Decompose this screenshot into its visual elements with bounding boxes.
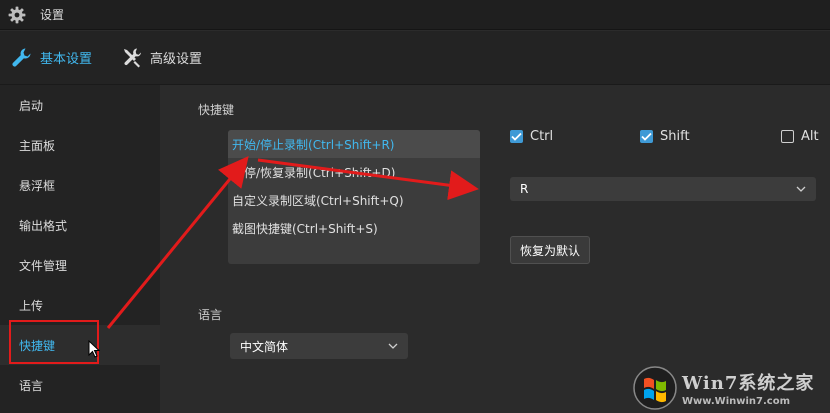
hotkeys-section-label: 快捷键: [198, 103, 235, 117]
hotkey-item-custom-region[interactable]: 自定义录制区域(Ctrl+Shift+Q): [228, 186, 480, 214]
tools-icon: [120, 46, 144, 70]
hotkey-item-start-stop[interactable]: 开始/停止录制(Ctrl+Shift+R): [228, 130, 480, 158]
checkbox-checked-icon: [510, 130, 523, 143]
language-select[interactable]: 中文简体: [230, 333, 408, 359]
watermark-url: Www.Winwin7.com: [682, 395, 791, 407]
tab-label: 基本设置: [40, 52, 93, 67]
sidebar: 启动 主面板 悬浮框 输出格式 文件管理 上传 快捷键 语言: [0, 85, 160, 413]
sidebar-item-floating-window[interactable]: 悬浮框: [0, 165, 160, 205]
sidebar-item-upload[interactable]: 上传: [0, 285, 160, 325]
watermark: Win7系统之家 Www.Winwin7.com: [632, 362, 830, 413]
chevron-down-icon: [388, 343, 398, 349]
sidebar-item-language[interactable]: 语言: [0, 365, 160, 405]
window-title: 设置: [40, 8, 65, 22]
alt-checkbox-label: Alt: [801, 129, 819, 144]
chevron-down-icon: [796, 186, 806, 192]
language-section-label: 语言: [198, 308, 223, 322]
checkbox-checked-icon: [640, 130, 653, 143]
tab-label: 高级设置: [150, 52, 203, 67]
windows-logo-icon: [632, 365, 678, 411]
sidebar-item-hotkeys[interactable]: 快捷键: [0, 325, 160, 365]
language-value: 中文简体: [240, 339, 289, 354]
gear-icon: [8, 6, 26, 24]
sidebar-item-output-format[interactable]: 输出格式: [0, 205, 160, 245]
hotkey-item-screenshot[interactable]: 截图快捷键(Ctrl+Shift+S): [228, 214, 480, 242]
hotkey-list: 开始/停止录制(Ctrl+Shift+R) 暂停/恢复录制(Ctrl+Shift…: [228, 130, 480, 264]
tab-basic-settings[interactable]: 基本设置: [0, 31, 102, 84]
sidebar-item-startup[interactable]: 启动: [0, 85, 160, 125]
ctrl-checkbox-label: Ctrl: [530, 129, 554, 144]
hotkey-key-select[interactable]: R: [510, 177, 816, 201]
title-bar: 设置: [0, 0, 830, 30]
shift-checkbox[interactable]: Shift: [640, 129, 690, 144]
hotkey-key-value: R: [520, 182, 529, 196]
wrench-icon: [10, 46, 34, 70]
mouse-cursor-icon: [88, 339, 101, 358]
sidebar-item-main-panel[interactable]: 主面板: [0, 125, 160, 165]
shift-checkbox-label: Shift: [660, 129, 690, 144]
reset-default-button[interactable]: 恢复为默认: [510, 236, 590, 264]
sidebar-item-file-management[interactable]: 文件管理: [0, 245, 160, 285]
watermark-brand: Win7系统之家: [682, 372, 815, 394]
alt-checkbox[interactable]: Alt: [781, 129, 819, 144]
ctrl-checkbox[interactable]: Ctrl: [510, 129, 553, 144]
checkbox-unchecked-icon: [781, 130, 794, 143]
tab-bar: 基本设置 高级设置: [0, 31, 830, 85]
tab-advanced-settings[interactable]: 高级设置: [110, 31, 212, 84]
hotkey-item-pause-resume[interactable]: 暂停/恢复录制(Ctrl+Shift+D): [228, 158, 480, 186]
